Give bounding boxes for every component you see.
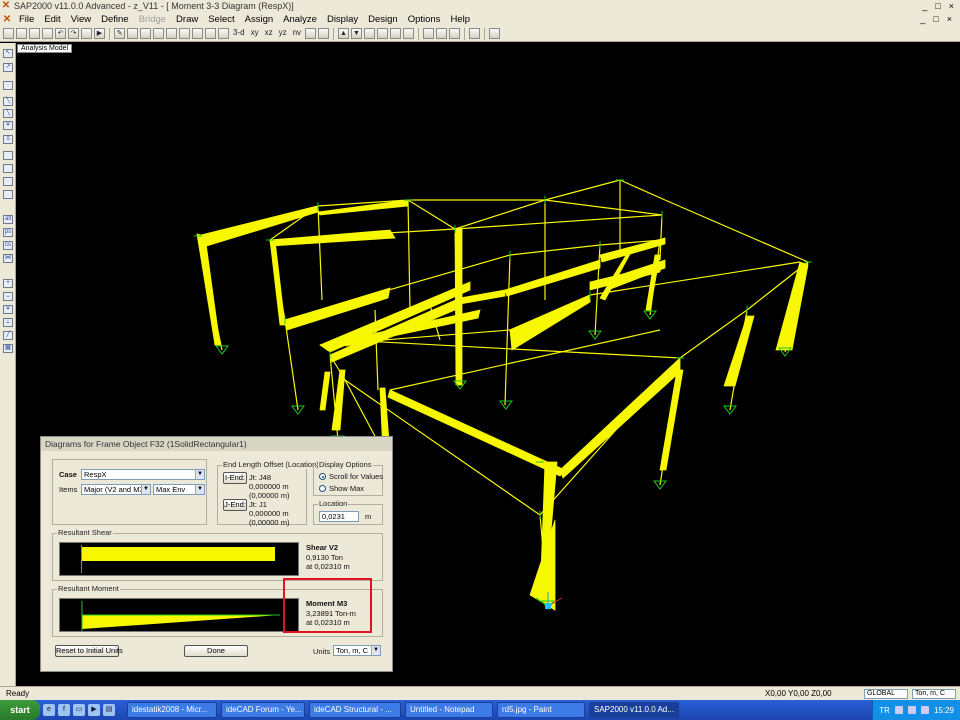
items-label: Items bbox=[59, 485, 78, 494]
task-idestatik[interactable]: idestatik2008 - Micr... bbox=[127, 702, 217, 718]
quick-launch-folder-icon[interactable]: ▤ bbox=[103, 704, 115, 716]
shear-v2-location: at 0,02310 m bbox=[306, 562, 350, 571]
coord-system-dropdown[interactable]: GLOBAL bbox=[864, 689, 908, 699]
frame-diagram-dialog: Diagrams for Frame Object F32 (1SolidRec… bbox=[40, 436, 393, 672]
start-button[interactable]: start bbox=[0, 700, 40, 720]
items-dropdown[interactable]: Major (V2 and M3) ▼ bbox=[81, 484, 151, 495]
j-end-offset: 0,000000 m bbox=[249, 509, 289, 518]
task-idecad-structural[interactable]: ideCAD Structural - ... bbox=[309, 702, 401, 718]
j-end-button[interactable]: J-End: bbox=[223, 499, 247, 511]
case-dropdown[interactable]: RespX ▼ bbox=[81, 469, 205, 480]
resultant-shear-group: Resultant Shear Shear V2 0,9130 Ton at 0… bbox=[52, 528, 383, 581]
dialog-title[interactable]: Diagrams for Frame Object F32 (1SolidRec… bbox=[41, 437, 392, 451]
system-tray: TR 15:29 bbox=[872, 700, 960, 720]
units-label: Units bbox=[313, 647, 331, 656]
shear-diagram-fill bbox=[82, 547, 275, 561]
shear-v2-title: Shear V2 bbox=[306, 543, 339, 552]
j-end-joint: Jt: J1 bbox=[249, 500, 267, 509]
i-end-location: (0,00000 m) bbox=[249, 491, 290, 500]
envelope-dropdown[interactable]: Max Env ▼ bbox=[153, 484, 205, 495]
i-end-button[interactable]: I-End: bbox=[223, 472, 247, 484]
location-input[interactable]: 0,0231 bbox=[319, 511, 359, 522]
show-max-radio[interactable] bbox=[319, 485, 326, 492]
task-idecad-forum[interactable]: ideCAD Forum - Ye... bbox=[221, 702, 305, 718]
task-sap2000[interactable]: SAP2000 v11.0.0 Ad... bbox=[589, 702, 679, 718]
case-label: Case bbox=[59, 470, 77, 479]
i-end-joint: Jt: J48 bbox=[249, 473, 272, 482]
status-bar: Ready X0,00 Y0,00 Z0,00 GLOBAL Ton, m, C bbox=[0, 686, 960, 700]
shear-location-cursor bbox=[81, 545, 82, 573]
status-units-dropdown[interactable]: Ton, m, C bbox=[912, 689, 956, 699]
quick-launch-desktop-icon[interactable]: ▭ bbox=[73, 704, 85, 716]
clock: 15:29 bbox=[933, 705, 954, 715]
display-options-group: Display Options Scroll for Values Show M… bbox=[313, 460, 384, 496]
chevron-down-icon: ▼ bbox=[141, 485, 150, 494]
end-offset-group: End Length Offset (Location) I-End: Jt: … bbox=[217, 460, 320, 527]
task-notepad[interactable]: Untitled - Notepad bbox=[405, 702, 493, 718]
done-button[interactable]: Done bbox=[184, 645, 248, 657]
chevron-down-icon: ▼ bbox=[195, 470, 204, 479]
case-group: Case RespX ▼ Items Major (V2 and M3) ▼ M… bbox=[52, 459, 207, 525]
show-max-label: Show Max bbox=[329, 484, 365, 493]
shear-plot[interactable] bbox=[59, 542, 299, 576]
j-end-location: (0,00000 m) bbox=[249, 518, 290, 527]
scroll-values-radio[interactable] bbox=[319, 473, 326, 480]
units-dropdown[interactable]: Ton, m, C ▼ bbox=[333, 645, 381, 656]
language-indicator[interactable]: TR bbox=[879, 706, 890, 715]
task-paint[interactable]: rd5.jpg - Paint bbox=[497, 702, 585, 718]
reset-units-button[interactable]: Reset to Initial Units bbox=[55, 645, 123, 657]
location-group: Location 0,0231 m bbox=[313, 499, 383, 525]
taskbar: start e f ▭ ▶ ▤ idestatik2008 - Micr... … bbox=[0, 700, 960, 720]
network-icon[interactable] bbox=[894, 706, 903, 714]
chevron-down-icon: ▼ bbox=[371, 646, 380, 655]
location-unit: m bbox=[365, 512, 372, 521]
quick-launch-ie-icon[interactable]: e bbox=[43, 704, 55, 716]
quick-launch-media-icon[interactable]: ▶ bbox=[88, 704, 100, 716]
security-icon[interactable] bbox=[920, 706, 929, 714]
shear-v2-value: 0,9130 Ton bbox=[306, 553, 343, 562]
scroll-values-label: Scroll for Values bbox=[329, 472, 384, 481]
chevron-down-icon: ▼ bbox=[195, 485, 204, 494]
i-end-offset: 0,000000 m bbox=[249, 482, 289, 491]
volume-icon[interactable] bbox=[907, 706, 916, 714]
moment-diagram-fill bbox=[81, 601, 280, 631]
moment-plot[interactable] bbox=[59, 598, 299, 632]
coordinate-readout: X0,00 Y0,00 Z0,00 bbox=[765, 689, 832, 698]
highlight-annotation-box bbox=[283, 578, 372, 633]
quick-launch-firefox-icon[interactable]: f bbox=[58, 704, 70, 716]
status-text: Ready bbox=[6, 689, 30, 698]
